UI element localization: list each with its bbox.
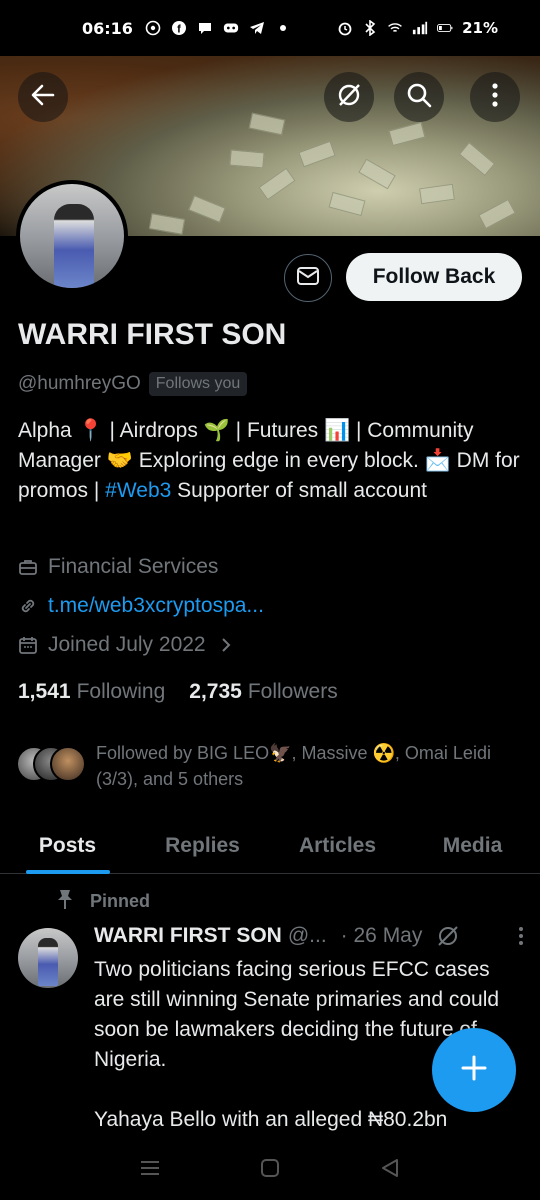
chat-icon <box>197 20 213 36</box>
profile-bio: Alpha 📍 | Airdrops 🌱 | Futures 📊 | Commu… <box>18 416 523 506</box>
post-more-icon[interactable] <box>518 925 524 947</box>
link-icon <box>18 596 38 616</box>
follower-avatars <box>16 746 86 786</box>
more-vertical-icon <box>491 81 499 114</box>
whatsapp-icon <box>145 20 161 36</box>
message-button[interactable] <box>284 254 332 302</box>
post-date[interactable]: · 26 May <box>341 924 423 948</box>
battery-icon <box>437 20 453 36</box>
followed-by-text: Followed by BIG LEO🦅, Massive ☢️, Omai L… <box>96 743 491 789</box>
notification-icons: f <box>145 20 291 36</box>
avatar-photo <box>38 938 58 986</box>
tab-articles[interactable]: Articles <box>270 818 405 873</box>
back-nav-icon[interactable] <box>379 1157 401 1184</box>
pinned-label-row: Pinned <box>56 888 150 915</box>
followed-by-row[interactable]: Followed by BIG LEO🦅, Massive ☢️, Omai L… <box>16 740 532 792</box>
system-nav-bar <box>0 1140 540 1200</box>
tab-replies[interactable]: Replies <box>135 818 270 873</box>
avatar-photo <box>54 204 94 288</box>
telegram-icon <box>249 20 265 36</box>
signal-icon <box>412 20 428 36</box>
arrow-left-icon <box>29 81 57 114</box>
back-button[interactable] <box>18 72 68 122</box>
profile-link[interactable]: t.me/web3xcryptospa... <box>48 594 264 618</box>
tab-media[interactable]: Media <box>405 818 540 873</box>
follows-you-badge: Follows you <box>148 372 248 396</box>
profile-tabs: Posts Replies Articles Media <box>0 818 540 874</box>
profile-avatar[interactable] <box>16 180 128 292</box>
system-status: 21% <box>337 19 498 37</box>
followers-label: Followers <box>247 680 338 703</box>
grok-button[interactable] <box>324 72 374 122</box>
battery-percent: 21% <box>462 19 498 37</box>
menu-icon[interactable] <box>139 1158 161 1183</box>
follow-stats: 1,541 Following 2,735 Followers <box>18 680 338 704</box>
search-button[interactable] <box>394 72 444 122</box>
post-header: WARRI FIRST SON @... · 26 May <box>94 924 524 948</box>
briefcase-icon <box>18 557 38 577</box>
grok-icon <box>335 81 363 114</box>
status-bar: 06:16 f 21% <box>0 0 540 56</box>
follower-avatar <box>50 746 86 782</box>
dot-icon <box>275 20 291 36</box>
search-icon <box>405 81 433 114</box>
following-stat[interactable]: 1,541 Following <box>18 680 165 704</box>
bluetooth-icon <box>362 20 378 36</box>
discord-icon <box>223 20 239 36</box>
follow-back-button[interactable]: Follow Back <box>346 253 522 301</box>
pin-icon <box>56 888 74 915</box>
following-label: Following <box>76 680 166 703</box>
wifi-icon <box>387 20 403 36</box>
post-author-handle[interactable]: @... <box>288 924 327 948</box>
bio-text-2: Supporter of small account <box>171 479 427 502</box>
grok-icon[interactable] <box>436 924 460 948</box>
profile-name: WARRI FIRST SON <box>18 318 287 351</box>
chevron-right-icon <box>216 635 236 655</box>
calendar-icon <box>18 635 38 655</box>
plus-icon <box>459 1053 489 1088</box>
following-count: 1,541 <box>18 680 71 703</box>
joined-row[interactable]: Joined July 2022 <box>18 633 236 657</box>
post-author-name[interactable]: WARRI FIRST SON <box>94 924 282 948</box>
profile-handle: @humhreyGO <box>18 373 141 394</box>
link-row: t.me/web3xcryptospa... <box>18 594 264 618</box>
home-icon[interactable] <box>259 1157 281 1184</box>
profile-joined: Joined July 2022 <box>48 633 206 656</box>
status-time: 06:16 <box>82 18 133 38</box>
category-row: Financial Services <box>18 555 218 579</box>
more-button[interactable] <box>470 72 520 122</box>
pinned-label: Pinned <box>90 891 151 911</box>
handle-row: @humhreyGO Follows you <box>18 372 248 396</box>
envelope-icon <box>296 265 320 292</box>
tab-posts[interactable]: Posts <box>0 818 135 874</box>
facebook-icon: f <box>171 20 187 36</box>
svg-text:f: f <box>177 24 181 36</box>
followers-stat[interactable]: 2,735 Followers <box>189 680 337 704</box>
post-author-avatar[interactable] <box>18 928 78 988</box>
profile-category: Financial Services <box>48 555 219 578</box>
compose-button[interactable] <box>432 1028 516 1112</box>
alarm-icon <box>337 20 353 36</box>
followers-count: 2,735 <box>189 680 242 703</box>
bio-hashtag[interactable]: #Web3 <box>105 479 171 502</box>
